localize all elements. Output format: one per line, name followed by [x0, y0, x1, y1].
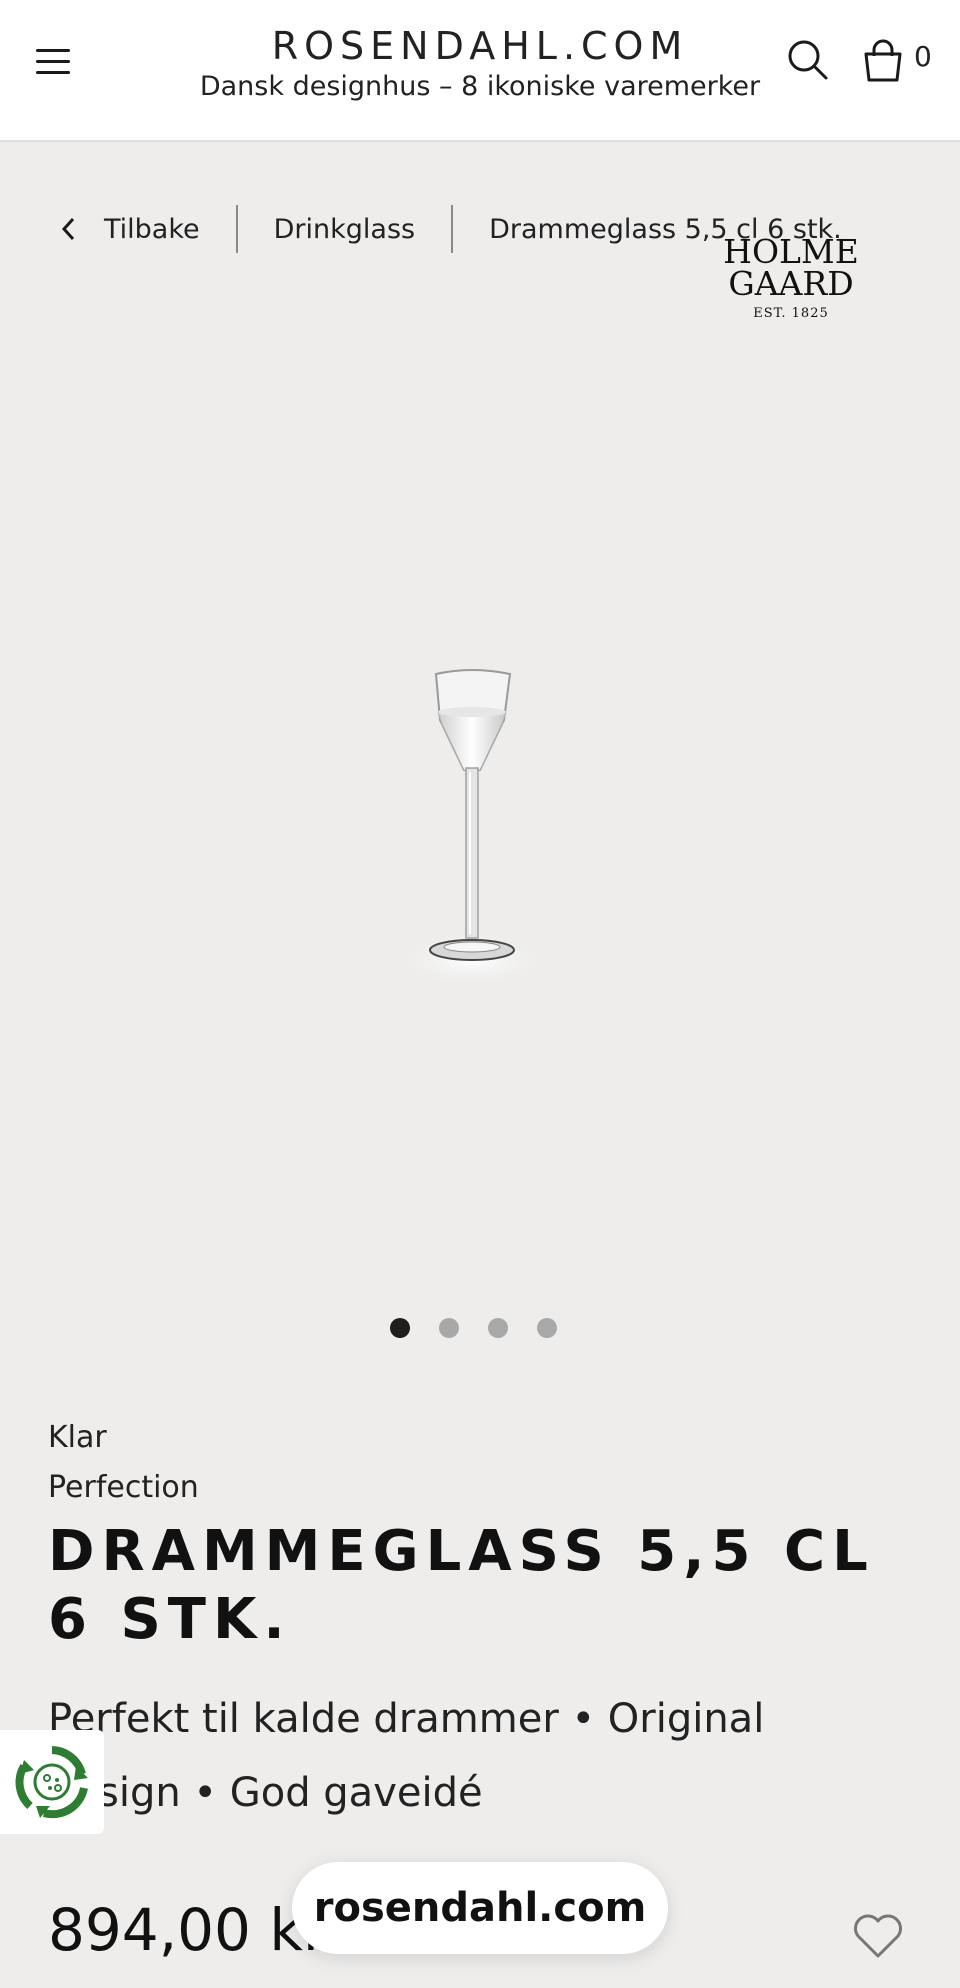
url-pill[interactable]: rosendahl.com: [292, 1862, 668, 1954]
breadcrumb-divider: [451, 205, 454, 253]
breadcrumb-category[interactable]: Drinkglass: [274, 214, 415, 245]
gallery-dot[interactable]: [537, 1318, 557, 1338]
product-color: Klar: [48, 1420, 107, 1455]
product-usps: Perfekt til kalde drammer • Original des…: [48, 1696, 765, 1816]
product-title: DRAMMEGLASS 5,5 CL 6 STK.: [48, 1519, 875, 1652]
chevron-left-icon: [61, 217, 75, 241]
breadcrumb-divider: [235, 205, 238, 253]
gallery-dot[interactable]: [488, 1318, 508, 1338]
brand-logo[interactable]: HOLME GAARD EST. 1825: [716, 235, 866, 321]
heart-icon[interactable]: [852, 1912, 904, 1960]
product-price: 894,00 kr: [48, 1896, 327, 1964]
search-icon[interactable]: [786, 38, 830, 82]
recycle-icon: [15, 1746, 88, 1819]
gallery-dot[interactable]: [439, 1318, 459, 1338]
product-image[interactable]: [380, 660, 580, 990]
brand-logo-est: EST. 1825: [753, 306, 829, 321]
gallery-dot[interactable]: [390, 1318, 410, 1338]
product-series[interactable]: Perfection: [48, 1470, 199, 1505]
eco-badge[interactable]: [0, 1730, 104, 1834]
shopping-bag-icon[interactable]: [858, 36, 908, 86]
cart-count[interactable]: 0: [914, 40, 932, 73]
brand-logo-line2: GAARD: [728, 264, 854, 303]
breadcrumb-back-label[interactable]: Tilbake: [104, 214, 200, 245]
site-header: ROSENDAHL.COM Dansk designhus – 8 ikonis…: [0, 0, 960, 142]
gallery-dots: [390, 1318, 557, 1338]
breadcrumb-back[interactable]: Tilbake: [60, 214, 200, 245]
